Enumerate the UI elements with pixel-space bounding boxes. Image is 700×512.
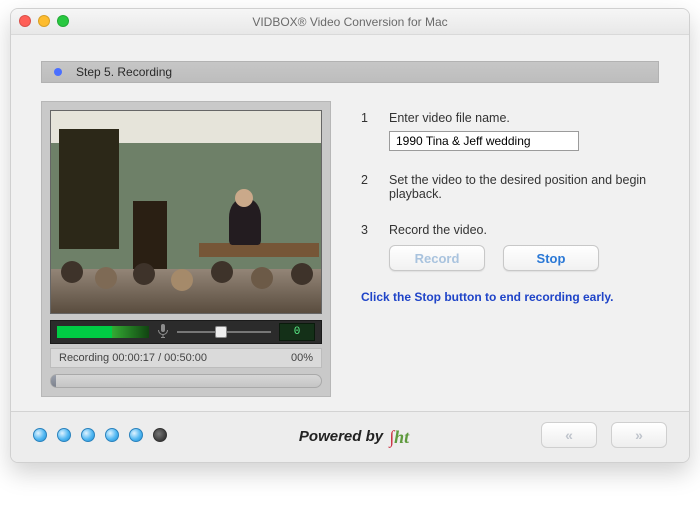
record-button[interactable]: Record <box>389 245 485 271</box>
preview-panel: 0 Recording 00:00:17 / 00:50:00 00% <box>41 101 331 397</box>
page-dot-4[interactable] <box>105 428 119 442</box>
content-area: Step 5. Recording <box>11 35 689 411</box>
minimize-icon[interactable] <box>38 15 50 27</box>
window-title: VIDBOX® Video Conversion for Mac <box>252 15 447 29</box>
step-1-label: Enter video file name. <box>389 111 659 125</box>
audio-gain-slider[interactable] <box>177 331 271 333</box>
step-2-label: Set the video to the desired position an… <box>389 173 659 201</box>
page-dot-6[interactable] <box>153 428 167 442</box>
step-1-number: 1 <box>361 111 373 151</box>
powered-by-label: Powered by <box>299 428 383 445</box>
page-indicator <box>33 428 167 442</box>
audio-level-meter <box>57 326 149 338</box>
recording-status-text: Recording 00:00:17 / 00:50:00 <box>59 352 207 364</box>
footer: Powered by ∫ht « » <box>11 411 689 462</box>
audio-meter-row: 0 <box>50 320 322 344</box>
prev-button[interactable]: « <box>541 422 597 448</box>
zoom-icon[interactable] <box>57 15 69 27</box>
slider-thumb-icon[interactable] <box>215 326 227 338</box>
microphone-icon <box>157 324 169 341</box>
page-dot-1[interactable] <box>33 428 47 442</box>
close-icon[interactable] <box>19 15 31 27</box>
recording-status-row: Recording 00:00:17 / 00:50:00 00% <box>50 348 322 368</box>
page-dot-3[interactable] <box>81 428 95 442</box>
step-1: 1 Enter video file name. <box>361 111 659 151</box>
step-2-number: 2 <box>361 173 373 201</box>
titlebar: VIDBOX® Video Conversion for Mac <box>11 9 689 35</box>
step-header-label: Step 5. Recording <box>76 65 172 79</box>
recording-progress-bar <box>50 374 322 388</box>
filename-input[interactable] <box>389 131 579 151</box>
step-header: Step 5. Recording <box>41 61 659 83</box>
window-controls <box>19 15 69 27</box>
audio-counter: 0 <box>279 323 315 341</box>
stop-button[interactable]: Stop <box>503 245 599 271</box>
step-3: 3 Record the video. Record Stop <box>361 223 659 271</box>
step-3-number: 3 <box>361 223 373 271</box>
app-window: VIDBOX® Video Conversion for Mac Step 5.… <box>10 8 690 463</box>
powered-by: Powered by ∫ht <box>299 425 409 446</box>
step-bullet-icon <box>54 68 62 76</box>
video-preview <box>50 110 322 314</box>
recording-percent: 00% <box>291 352 313 364</box>
next-button[interactable]: » <box>611 422 667 448</box>
page-dot-2[interactable] <box>57 428 71 442</box>
hint-text: Click the Stop button to end recording e… <box>361 289 621 305</box>
step-3-label: Record the video. <box>389 223 659 237</box>
page-dot-5[interactable] <box>129 428 143 442</box>
brand-logo: ∫ht <box>389 427 409 448</box>
step-2: 2 Set the video to the desired position … <box>361 173 659 201</box>
instructions-panel: 1 Enter video file name. 2 Set the video… <box>361 101 659 397</box>
